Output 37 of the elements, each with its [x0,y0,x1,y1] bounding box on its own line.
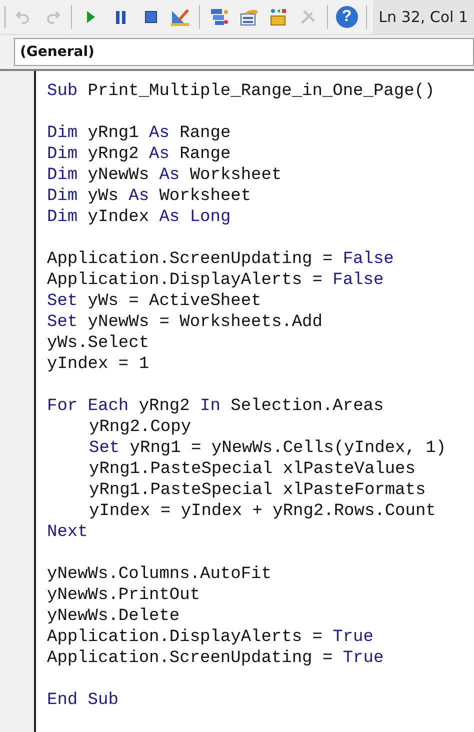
code-line: Application.DisplayAlerts = True [47,627,374,648]
code-line: Sub Print_Multiple_Range_in_One_Page() [47,81,436,102]
code-line: Set yRng1 = yNewWs.Cells(yIndex, 1) [88,438,448,459]
code-line: yNewWs.Columns.AutoFit [47,564,272,585]
undo-icon [14,9,31,25]
ruler-pencil-icon [170,7,190,27]
redo-icon [44,9,61,25]
code-line: Set yNewWs = Worksheets.Add [47,312,324,333]
code-line: Application.DisplayAlerts = False [47,270,385,291]
code-line: Application.ScreenUpdating = False [47,249,395,270]
code-line: Dim yIndex As Long [47,207,232,228]
object-dropdown[interactable]: (General) [14,38,474,66]
tools-icon [299,8,318,26]
code-line: yRng2.Copy [88,417,192,438]
code-line: Set yWs = ActiveSheet [47,291,262,312]
code-line: Dim yWs As Worksheet [47,186,252,207]
code-line: Dim yNewWs As Worksheet [47,165,283,186]
box-icon [268,7,288,27]
code-line: yRng1.PasteSpecial xlPasteValues [88,459,416,480]
code-line: yIndex = 1 [47,354,150,375]
code-line: Dim yRng2 As Range [47,144,232,165]
project-window-icon [209,7,230,27]
pause-icon [116,10,126,24]
code-line: Application.ScreenUpdating = True [47,648,385,669]
code-line: yIndex = yIndex + yRng2.Rows.Count [88,501,437,522]
code-line: yWs.Select [47,333,150,354]
properties-icon [238,7,259,27]
code-line: yNewWs.PrintOut [47,585,202,606]
code-line: For Each yRng2 In Selection.Areas [47,396,385,417]
stop-icon [144,11,157,23]
code-line: Dim yRng1 As Range [47,123,232,144]
code-line: yNewWs.Delete [47,606,181,627]
code-line: Next [47,522,89,543]
play-icon [86,11,96,23]
code-line: yRng1.PasteSpecial xlPasteFormats [88,480,427,501]
cursor-position: Ln 32, Col 1 [372,0,474,34]
code-line: End Sub [47,690,120,711]
